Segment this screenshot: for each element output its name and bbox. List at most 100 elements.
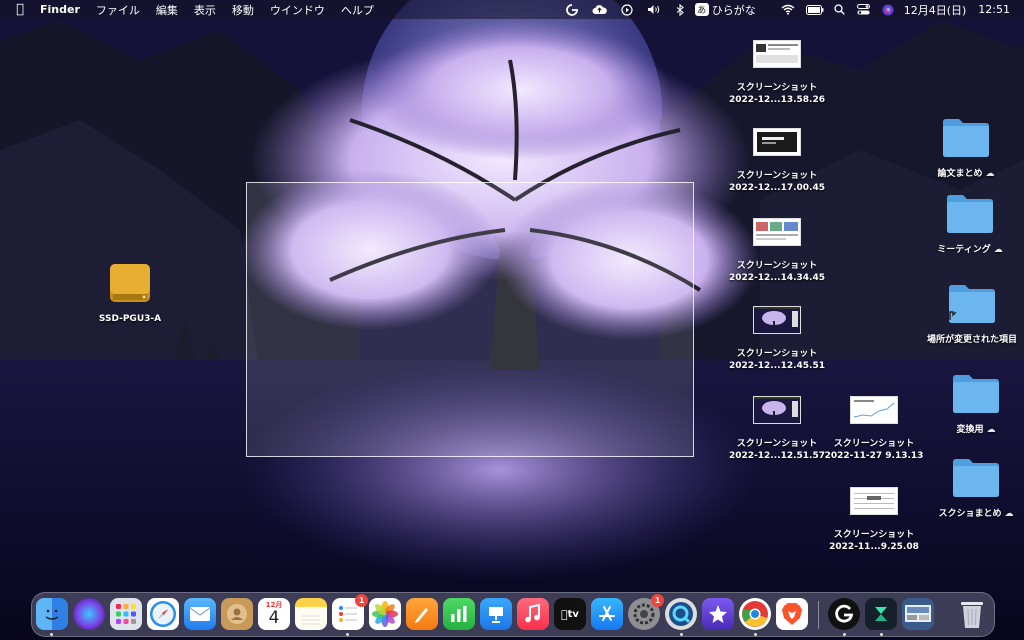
folder-moved-items[interactable]: 場所が変更された項目 bbox=[920, 282, 1024, 346]
screenshot-file[interactable]: スクリーンショット 2022-11-27 9.13.13 bbox=[822, 396, 926, 462]
running-indicator bbox=[843, 633, 846, 636]
dock-numbers[interactable] bbox=[443, 598, 475, 630]
wifi-icon[interactable] bbox=[774, 0, 802, 19]
logitech-g-icon bbox=[835, 604, 854, 623]
now-playing-icon[interactable] bbox=[614, 0, 640, 19]
screenshot-file[interactable]: スクリーンショット 2022-12...12.51.57 bbox=[725, 396, 829, 462]
photos-flower-icon bbox=[372, 601, 398, 627]
pages-pen-icon bbox=[415, 608, 428, 623]
screenshot-stack-icon bbox=[905, 605, 931, 622]
file-name-line2: 2022-12...13.58.26 bbox=[729, 95, 825, 105]
input-method-badge: あ bbox=[694, 3, 709, 16]
folder-meeting[interactable]: ミーティング ☁ bbox=[922, 192, 1018, 256]
bluetooth-icon[interactable] bbox=[668, 0, 692, 19]
screenshot-file[interactable]: スクリーンショット 2022-12...13.58.26 bbox=[725, 40, 829, 106]
quicktime-q-icon bbox=[669, 602, 693, 626]
screenshot-thumbnail bbox=[753, 306, 801, 334]
file-name-line2: 2022-12...17.00.45 bbox=[729, 183, 825, 193]
dock-reminders[interactable]: 1 bbox=[332, 594, 368, 630]
dock-logitech-g-hub[interactable] bbox=[828, 598, 860, 630]
dock-contacts[interactable] bbox=[221, 598, 253, 630]
folder-icon bbox=[953, 375, 999, 413]
apple-icon[interactable]:  bbox=[0, 2, 40, 17]
folder-icon bbox=[943, 119, 989, 157]
screenshot-file[interactable]: スクリーンショット 2022-12...17.00.45 bbox=[725, 128, 829, 194]
folder-ronbun[interactable]: 論文まとめ ☁ bbox=[918, 116, 1014, 180]
file-name-line1: スクリーンショット bbox=[736, 261, 818, 271]
folder-henkan[interactable]: 変換用 ☁ bbox=[928, 372, 1024, 436]
dock-siri[interactable] bbox=[73, 598, 105, 630]
file-name-line2: 2022-12...14.34.45 bbox=[729, 273, 825, 283]
menubar-time[interactable]: 12:51 bbox=[978, 3, 1010, 16]
menu-help[interactable]: ヘルプ bbox=[341, 2, 374, 18]
folder-label-wrap: スクショまとめ ☁ bbox=[938, 508, 1013, 520]
dock-mail[interactable] bbox=[184, 598, 216, 630]
folder-label-wrap: 論文まとめ ☁ bbox=[937, 168, 994, 180]
drive-label: SSD-PGU3-A bbox=[98, 314, 162, 324]
folder-sukusho[interactable]: スクショまとめ ☁ bbox=[928, 456, 1024, 520]
dock-brave[interactable] bbox=[776, 598, 808, 630]
menu-file[interactable]: ファイル bbox=[96, 2, 140, 18]
dock-apple-tv[interactable]: tv bbox=[554, 598, 586, 630]
volume-icon[interactable] bbox=[640, 0, 668, 19]
menu-view[interactable]: 表示 bbox=[194, 2, 216, 18]
dock-launchpad[interactable] bbox=[110, 598, 142, 630]
dock-filmora[interactable] bbox=[865, 598, 897, 630]
screenshot-thumbnail bbox=[753, 218, 801, 246]
dock-imovie[interactable] bbox=[702, 598, 734, 630]
dock-chrome[interactable] bbox=[739, 598, 771, 630]
control-center-icon[interactable] bbox=[852, 0, 876, 19]
mail-envelope-icon bbox=[189, 607, 211, 621]
dock-pages[interactable] bbox=[406, 598, 438, 630]
logi-status-icon[interactable] bbox=[558, 0, 586, 19]
brave-lion-icon bbox=[782, 603, 802, 625]
dock-screenshot-preview[interactable] bbox=[902, 598, 934, 630]
dock-app-store[interactable] bbox=[591, 598, 623, 630]
trash-icon bbox=[961, 602, 983, 628]
screenshot-file[interactable]: スクリーンショット 2022-12...12.45.51 bbox=[725, 306, 829, 372]
menu-go[interactable]: 移動 bbox=[232, 2, 254, 18]
battery-icon[interactable] bbox=[802, 0, 828, 19]
siri-icon[interactable] bbox=[876, 0, 900, 19]
chrome-icon bbox=[742, 601, 768, 627]
reminders-list-icon bbox=[339, 606, 357, 622]
file-name-line2: 2022-11...9.25.08 bbox=[829, 542, 919, 552]
reminders-badge: 1 bbox=[355, 594, 368, 607]
dock-keynote[interactable] bbox=[480, 598, 512, 630]
external-drive-icon bbox=[110, 264, 150, 302]
dock-photos[interactable] bbox=[369, 598, 401, 630]
icloud-icon: ☁ bbox=[985, 169, 995, 179]
screenshot-thumbnail bbox=[850, 487, 898, 515]
dock-trash[interactable] bbox=[956, 598, 988, 630]
safari-compass-icon bbox=[150, 601, 176, 627]
folder-label: 論文まとめ bbox=[937, 169, 983, 179]
desktop-drive-ssd[interactable]: SSD-PGU3-A bbox=[88, 260, 172, 325]
input-method-label[interactable]: ひらがな bbox=[712, 2, 756, 18]
folder-label-wrap: ミーティング ☁ bbox=[937, 244, 1002, 256]
notes-lines-icon bbox=[302, 615, 320, 625]
input-method-icon[interactable]: あ bbox=[692, 0, 712, 19]
file-name-line1: スクリーンショット bbox=[833, 530, 915, 540]
menu-bar:  Finder ファイル 編集 表示 移動 ウインドウ ヘルプ あ ひらがな bbox=[0, 0, 1024, 19]
dock-calendar[interactable]: 12月 4 bbox=[258, 598, 290, 630]
file-name-line2: 2022-11-27 9.13.13 bbox=[824, 451, 924, 461]
gear-icon bbox=[633, 603, 655, 625]
icloud-icon: ☁ bbox=[993, 245, 1003, 255]
dock-quicktime[interactable] bbox=[665, 598, 697, 630]
dock-system-settings[interactable]: 1 bbox=[628, 594, 664, 630]
menu-window[interactable]: ウインドウ bbox=[270, 2, 325, 18]
folder-label: スクショまとめ bbox=[938, 509, 1002, 519]
file-name-line2: 2022-12...12.51.57 bbox=[729, 451, 825, 461]
screenshot-file[interactable]: スクリーンショット 2022-12...14.34.45 bbox=[725, 218, 829, 284]
spotlight-search-icon[interactable] bbox=[828, 0, 852, 19]
cloud-upload-icon[interactable] bbox=[586, 0, 614, 19]
dock-music[interactable] bbox=[517, 598, 549, 630]
dock-safari[interactable] bbox=[147, 598, 179, 630]
screenshot-file[interactable]: スクリーンショット 2022-11...9.25.08 bbox=[822, 487, 926, 553]
menubar-date[interactable]: 12月4日(日) bbox=[904, 2, 967, 18]
folder-label: ミーティング bbox=[937, 245, 991, 255]
dock-finder[interactable] bbox=[36, 598, 68, 630]
app-menu-finder[interactable]: Finder bbox=[40, 3, 80, 16]
menu-edit[interactable]: 編集 bbox=[156, 2, 178, 18]
dock-notes[interactable] bbox=[295, 598, 327, 630]
